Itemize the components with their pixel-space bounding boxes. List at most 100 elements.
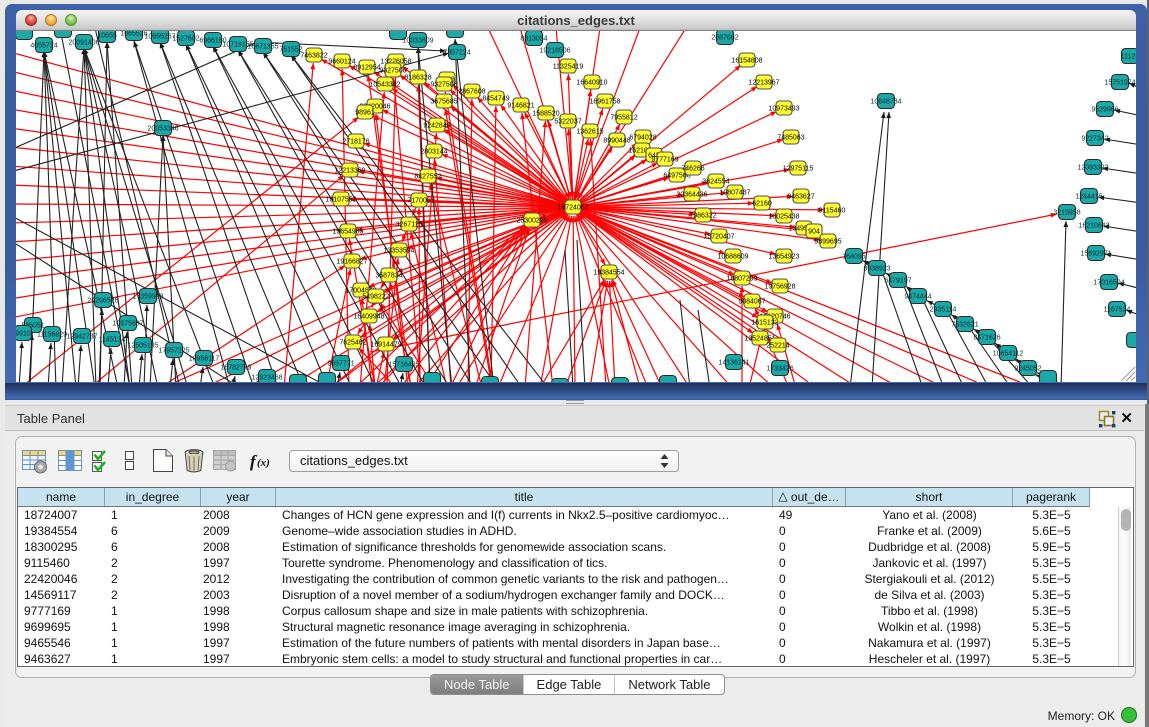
svg-text:9227342: 9227342 [1081,135,1108,142]
svg-text:8427552: 8427552 [414,173,441,180]
svg-text:9660124: 9660124 [328,58,355,65]
svg-text:11156829: 11156829 [37,331,67,338]
svg-text:19756928: 19756928 [764,283,795,290]
svg-text:7955812: 7955812 [610,114,637,121]
svg-text:3587834: 3587834 [375,272,402,279]
svg-text:10648784: 10648784 [870,98,901,105]
svg-text:16671355: 16671355 [247,43,278,50]
svg-text:10543342: 10543342 [369,81,400,88]
svg-text:3215958: 3215958 [1053,209,1080,216]
svg-text:2935114: 2935114 [930,306,957,313]
svg-text:17016504: 17016504 [1093,279,1124,286]
svg-text:9115460: 9115460 [819,207,846,214]
svg-text:9463627: 9463627 [787,193,814,200]
svg-text:18807299: 18807299 [726,275,757,282]
svg-text:2687682: 2687682 [711,34,738,41]
svg-text:10655267: 10655267 [144,33,175,40]
svg-text:13654923: 13654923 [768,253,799,260]
svg-text:16914479: 16914479 [370,341,401,348]
svg-text:9777169: 9777169 [651,156,678,163]
svg-text:252214: 252214 [766,342,789,349]
svg-text:7632621: 7632621 [951,321,978,328]
svg-text:9657771: 9657771 [327,360,354,367]
svg-text:98961: 98961 [355,109,375,116]
svg-text:904: 904 [808,228,820,235]
svg-text:10033809: 10033809 [402,37,433,44]
svg-text:12975115: 12975115 [783,165,814,172]
svg-text:17359928: 17359928 [132,293,163,300]
svg-text:17957225: 17957225 [158,347,189,354]
svg-text:3267110: 3267110 [396,221,423,228]
svg-text:16154808: 16154808 [731,57,762,64]
svg-text:2803144: 2803144 [420,148,447,155]
svg-text:751552: 751552 [279,46,302,53]
svg-text:(x): (x) [257,457,270,469]
svg-text:8454749: 8454749 [482,95,509,102]
svg-text:10973493: 10973493 [768,105,799,112]
svg-text:9084067: 9084067 [738,298,765,305]
svg-text:12923468: 12923468 [251,374,282,381]
svg-text:15716485: 15716485 [388,361,419,368]
svg-text:8938923: 8938923 [863,265,890,272]
svg-text:16640910: 16640910 [576,79,607,86]
svg-text:10975887: 10975887 [112,320,143,327]
svg-text:12505135: 12505135 [127,342,158,349]
svg-text:8813054: 8813054 [520,35,547,42]
svg-text:20053346: 20053346 [147,125,178,132]
svg-text:16107553: 16107553 [325,196,356,203]
svg-text:6479197: 6479197 [884,277,911,284]
svg-text:20206526: 20206526 [87,297,118,304]
svg-text:15751074: 15751074 [1104,79,1135,86]
svg-text:1733426: 1733426 [766,365,793,372]
svg-text:6794028: 6794028 [629,134,656,141]
svg-text:1588520: 1588520 [532,110,559,117]
svg-text:12213369: 12213369 [334,167,365,174]
svg-text:7625402: 7625402 [339,339,366,346]
svg-text:12942737: 12942737 [66,333,97,340]
svg-text:8912954: 8912954 [353,64,380,71]
svg-text:9899695: 9899695 [814,238,841,245]
svg-text:8186328: 8186328 [404,74,431,81]
svg-text:8471626: 8471626 [973,334,1000,341]
svg-text:9474444: 9474444 [904,293,931,300]
svg-text:9327500: 9327500 [379,67,406,74]
svg-text:2718176: 2718176 [342,138,369,145]
svg-text:20364436: 20364436 [676,191,707,198]
svg-text:7485063: 7485063 [777,134,804,141]
svg-text:10655: 10655 [97,32,117,39]
svg-text:14136141: 14136141 [718,359,749,366]
svg-text:19654985: 19654985 [332,228,363,235]
svg-text:7463822: 7463822 [300,52,327,59]
svg-text:25300295: 25300295 [516,217,547,224]
svg-text:9327508: 9327508 [430,81,457,88]
svg-text:13353594: 13353594 [383,247,414,254]
svg-text:11123: 11123 [1121,53,1136,60]
svg-text:7986322: 7986322 [689,212,716,219]
svg-text:19218506: 19218506 [539,47,570,54]
svg-text:3675685: 3675685 [430,98,457,105]
svg-text:62160: 62160 [752,200,772,207]
svg-text:9529966: 9529966 [1091,106,1118,113]
svg-text:746266: 746266 [681,165,704,172]
svg-text:1615132: 1615132 [751,319,778,326]
svg-text:164095: 164095 [842,253,865,260]
svg-text:15692971: 15692971 [1080,250,1111,257]
svg-text:16210643: 16210643 [1078,222,1109,229]
svg-text:12093322: 12093322 [1077,164,1108,171]
svg-text:10958117: 10958117 [189,355,220,362]
svg-text:8990448: 8990448 [603,137,630,144]
svg-text:19384554: 19384554 [593,269,624,276]
svg-text:16409948: 16409948 [353,313,384,320]
svg-text:3624554: 3624554 [702,178,729,185]
svg-text:9242848: 9242848 [423,122,450,129]
svg-text:9910: 9910 [16,330,31,337]
svg-text:9146821: 9146821 [507,102,534,109]
svg-text:9245052: 9245052 [1014,365,1041,372]
svg-text:5322037: 5322037 [554,118,581,125]
svg-text:16961758: 16961758 [589,98,620,105]
svg-text:1167534: 1167534 [1104,306,1131,313]
svg-text:10025438: 10025438 [768,213,799,220]
svg-text:717006: 717006 [407,197,430,204]
svg-text:1527602: 1527602 [172,35,199,42]
svg-text:10654112: 10654112 [993,350,1024,357]
